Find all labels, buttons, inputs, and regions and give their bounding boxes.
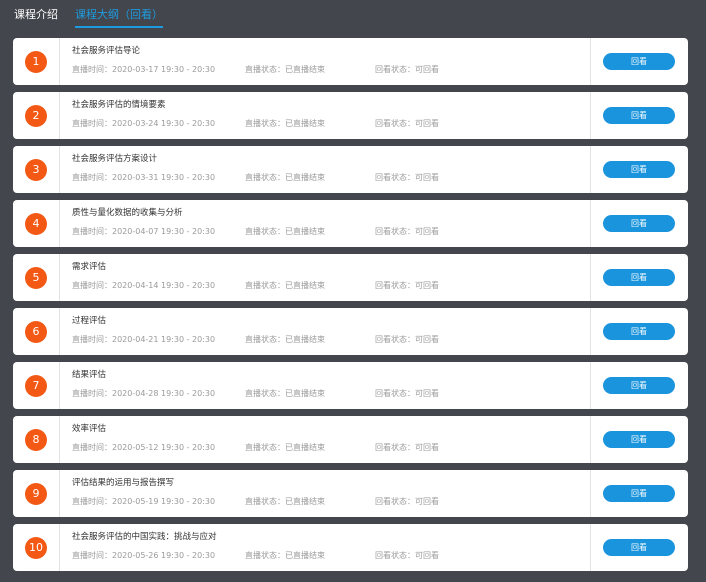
lesson-live-status: 直播状态：已直播结束 (245, 281, 325, 290)
lesson-number-badge: 9 (25, 483, 47, 505)
lesson-number-badge: 4 (25, 213, 47, 235)
lesson-replay-status: 回看状态：可回看 (375, 389, 439, 398)
lesson-number-badge: 7 (25, 375, 47, 397)
lesson-row: 2 社会服务评估的情境要素 直播时间：2020-03-24 19:30 - 20… (13, 92, 688, 139)
replay-button[interactable]: 回看 (603, 269, 675, 286)
lesson-live-status: 直播状态：已直播结束 (245, 443, 325, 452)
row-divider-left (59, 362, 60, 409)
lesson-replay-status: 回看状态：可回看 (375, 551, 439, 560)
lesson-title: 社会服务评估导论 (72, 46, 141, 56)
lesson-live-status: 直播状态：已直播结束 (245, 389, 325, 398)
tab-course-outline[interactable]: 课程大纲（回看） (75, 8, 163, 28)
lesson-replay-status: 回看状态：可回看 (375, 443, 439, 452)
row-divider-left (59, 254, 60, 301)
replay-button[interactable]: 回看 (603, 107, 675, 124)
replay-button[interactable]: 回看 (603, 215, 675, 232)
lesson-live-time: 直播时间：2020-05-19 19:30 - 20:30 (72, 497, 216, 506)
replay-button[interactable]: 回看 (603, 539, 675, 556)
lesson-row: 8 效率评估 直播时间：2020-05-12 19:30 - 20:30 直播状… (13, 416, 688, 463)
lesson-replay-status: 回看状态：可回看 (375, 227, 439, 236)
lesson-number-badge: 2 (25, 105, 47, 127)
row-divider-left (59, 470, 60, 517)
replay-button[interactable]: 回看 (603, 323, 675, 340)
lesson-row: 4 质性与量化数据的收集与分析 直播时间：2020-04-07 19:30 - … (13, 200, 688, 247)
lesson-live-status: 直播状态：已直播结束 (245, 65, 325, 74)
row-divider-right (590, 308, 591, 355)
row-divider-right (590, 200, 591, 247)
row-divider-left (59, 146, 60, 193)
row-divider-left (59, 38, 60, 85)
lesson-live-time: 直播时间：2020-03-24 19:30 - 20:30 (72, 119, 216, 128)
lesson-replay-status: 回看状态：可回看 (375, 173, 439, 182)
tab-bar: 课程介绍 课程大纲（回看） (0, 0, 706, 30)
row-divider-right (590, 362, 591, 409)
lesson-live-time: 直播时间：2020-03-31 19:30 - 20:30 (72, 173, 216, 182)
lesson-title: 结果评估 (72, 370, 107, 380)
lesson-title: 社会服务评估方案设计 (72, 154, 158, 164)
row-divider-right (590, 92, 591, 139)
row-divider-right (590, 416, 591, 463)
replay-button[interactable]: 回看 (603, 161, 675, 178)
lesson-live-time: 直播时间：2020-04-07 19:30 - 20:30 (72, 227, 216, 236)
lesson-live-time: 直播时间：2020-05-12 19:30 - 20:30 (72, 443, 216, 452)
lesson-title: 过程评估 (72, 316, 107, 326)
lesson-row: 7 结果评估 直播时间：2020-04-28 19:30 - 20:30 直播状… (13, 362, 688, 409)
lesson-number-badge: 1 (25, 51, 47, 73)
lesson-title: 评估结果的运用与报告撰写 (72, 478, 175, 488)
lesson-title: 质性与量化数据的收集与分析 (72, 208, 183, 218)
lesson-row: 3 社会服务评估方案设计 直播时间：2020-03-31 19:30 - 20:… (13, 146, 688, 193)
lesson-live-time: 直播时间：2020-03-17 19:30 - 20:30 (72, 65, 216, 74)
lesson-row: 9 评估结果的运用与报告撰写 直播时间：2020-05-19 19:30 - 2… (13, 470, 688, 517)
row-divider-left (59, 308, 60, 355)
lesson-replay-status: 回看状态：可回看 (375, 281, 439, 290)
replay-button[interactable]: 回看 (603, 485, 675, 502)
lesson-number-badge: 5 (25, 267, 47, 289)
lesson-replay-status: 回看状态：可回看 (375, 65, 439, 74)
row-divider-left (59, 92, 60, 139)
lesson-live-status: 直播状态：已直播结束 (245, 335, 325, 344)
tab-course-intro[interactable]: 课程介绍 (14, 8, 58, 22)
lesson-live-status: 直播状态：已直播结束 (245, 551, 325, 560)
lesson-row: 10 社会服务评估的中国实践：挑战与应对 直播时间：2020-05-26 19:… (13, 524, 688, 571)
row-divider-right (590, 146, 591, 193)
lesson-live-status: 直播状态：已直播结束 (245, 119, 325, 128)
replay-button[interactable]: 回看 (603, 377, 675, 394)
lesson-row: 6 过程评估 直播时间：2020-04-21 19:30 - 20:30 直播状… (13, 308, 688, 355)
replay-button[interactable]: 回看 (603, 431, 675, 448)
replay-button[interactable]: 回看 (603, 53, 675, 70)
lesson-live-status: 直播状态：已直播结束 (245, 173, 325, 182)
lesson-replay-status: 回看状态：可回看 (375, 335, 439, 344)
lesson-title: 社会服务评估的情境要素 (72, 100, 166, 110)
lesson-replay-status: 回看状态：可回看 (375, 119, 439, 128)
lesson-row: 5 需求评估 直播时间：2020-04-14 19:30 - 20:30 直播状… (13, 254, 688, 301)
lesson-live-time: 直播时间：2020-04-21 19:30 - 20:30 (72, 335, 216, 344)
lesson-title: 效率评估 (72, 424, 107, 434)
lesson-title: 需求评估 (72, 262, 107, 272)
lesson-live-time: 直播时间：2020-05-26 19:30 - 20:30 (72, 551, 216, 560)
lesson-live-time: 直播时间：2020-04-28 19:30 - 20:30 (72, 389, 216, 398)
row-divider-left (59, 416, 60, 463)
row-divider-left (59, 524, 60, 571)
lesson-row: 1 社会服务评估导论 直播时间：2020-03-17 19:30 - 20:30… (13, 38, 688, 85)
lesson-number-badge: 8 (25, 429, 47, 451)
lesson-number-badge: 10 (25, 537, 47, 559)
row-divider-right (590, 470, 591, 517)
lesson-live-status: 直播状态：已直播结束 (245, 497, 325, 506)
lesson-title: 社会服务评估的中国实践：挑战与应对 (72, 532, 217, 542)
lesson-live-time: 直播时间：2020-04-14 19:30 - 20:30 (72, 281, 216, 290)
lesson-live-status: 直播状态：已直播结束 (245, 227, 325, 236)
row-divider-right (590, 38, 591, 85)
row-divider-right (590, 524, 591, 571)
row-divider-right (590, 254, 591, 301)
row-divider-left (59, 200, 60, 247)
lesson-number-badge: 6 (25, 321, 47, 343)
lesson-replay-status: 回看状态：可回看 (375, 497, 439, 506)
lesson-number-badge: 3 (25, 159, 47, 181)
